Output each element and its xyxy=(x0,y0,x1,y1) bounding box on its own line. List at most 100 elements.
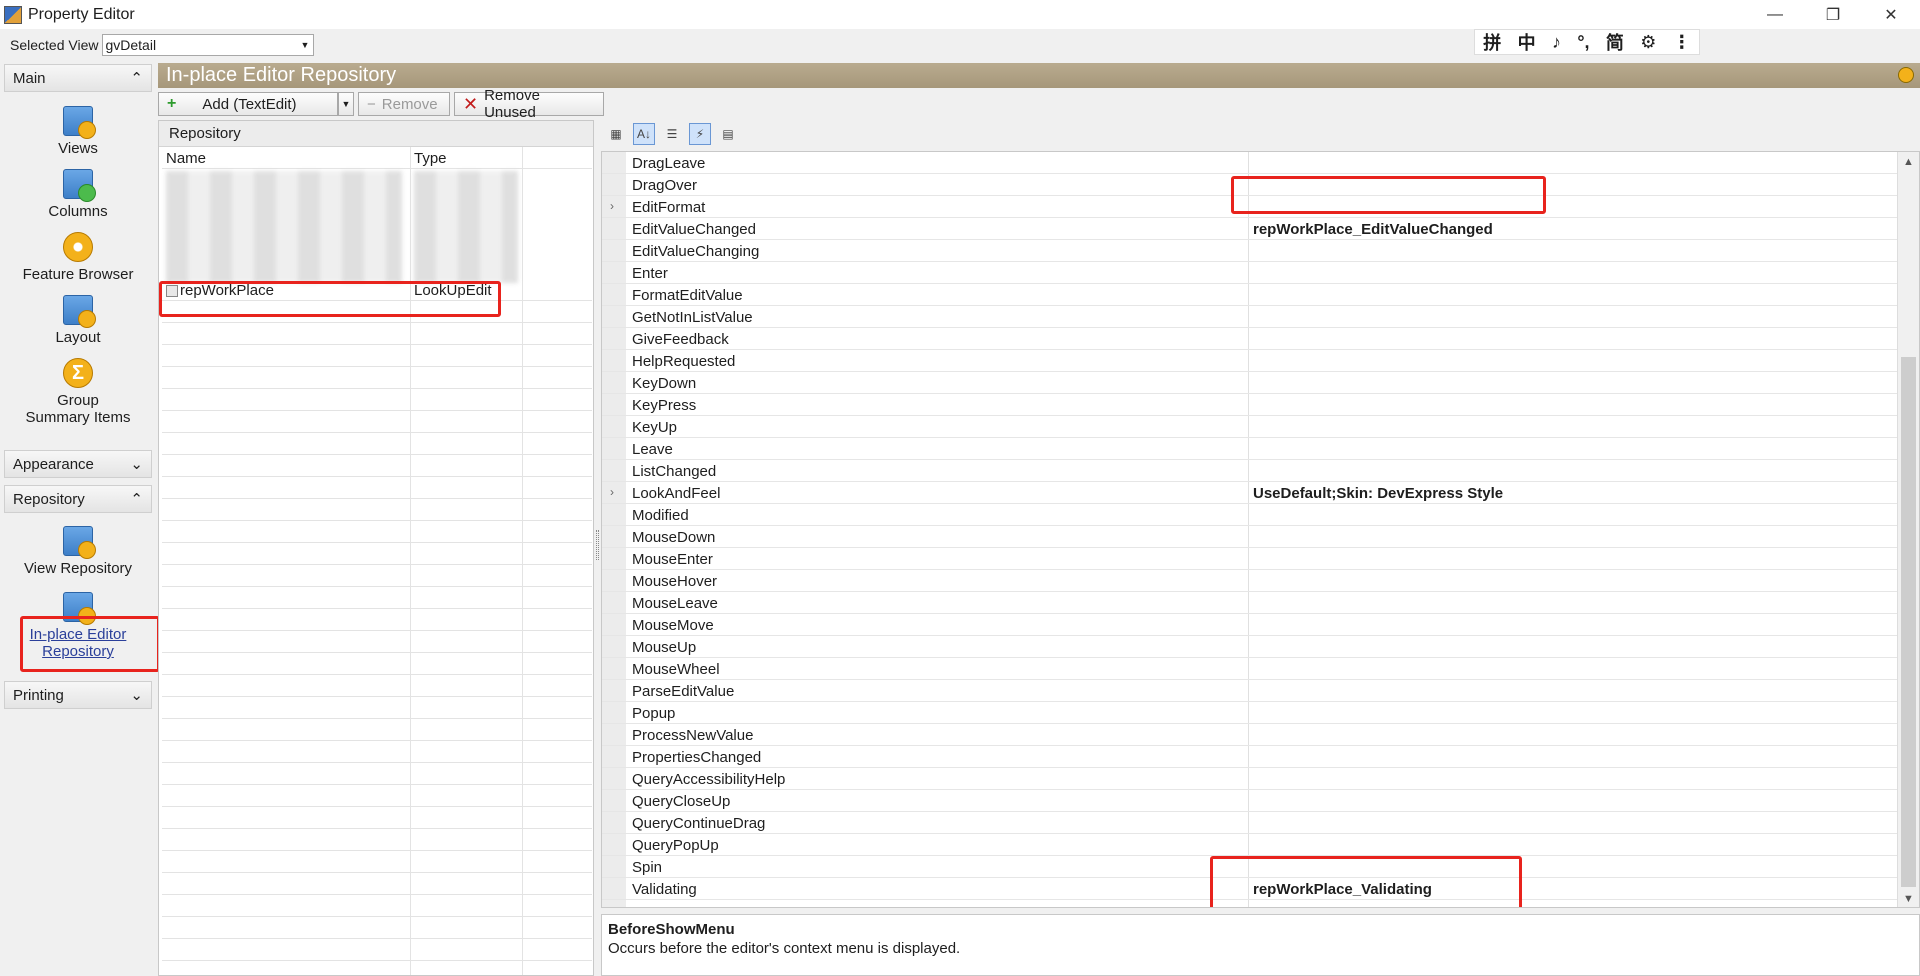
expand-icon[interactable]: › xyxy=(610,485,614,499)
selected-view-combo[interactable]: gvDetail ▼ xyxy=(102,34,315,56)
add-button[interactable]: + Add (TextEdit) xyxy=(158,92,338,116)
table-row xyxy=(162,323,592,345)
nav-item-group-summary[interactable]: Σ Group Summary Items xyxy=(4,358,152,426)
property-row[interactable]: Leave xyxy=(602,438,1897,460)
property-name: MouseHover xyxy=(632,573,718,590)
property-row[interactable]: Enter xyxy=(602,262,1897,284)
property-row[interactable]: ProcessNewValue xyxy=(602,724,1897,746)
remove-button[interactable]: − Remove xyxy=(358,92,450,116)
events-icon[interactable]: ⚡ xyxy=(689,123,711,145)
property-grid[interactable]: DragLeave DragOver › EditFormat EditValueCha… xyxy=(601,151,1920,908)
vertical-scrollbar[interactable]: ▲ ▼ xyxy=(1897,152,1919,907)
property-row[interactable]: MouseMove xyxy=(602,614,1897,636)
nav-item-label: View Repository xyxy=(23,560,133,577)
ime-pinyin-icon[interactable]: 拼 xyxy=(1483,29,1501,55)
property-name: QueryPopUp xyxy=(632,837,719,854)
nav-group-repository[interactable]: Repository ⌃ xyxy=(4,485,152,513)
property-row[interactable]: ParseEditValue xyxy=(602,680,1897,702)
sigma-icon: Σ xyxy=(63,358,93,388)
property-row[interactable]: MouseUp xyxy=(602,636,1897,658)
property-row[interactable]: MouseLeave xyxy=(602,592,1897,614)
add-dropdown-button[interactable]: ▼ xyxy=(338,92,354,116)
nav-group-main[interactable]: Main ⌃ xyxy=(4,64,152,92)
ime-simplified-icon[interactable]: 简 xyxy=(1606,29,1624,55)
property-name: HelpRequested xyxy=(632,353,736,370)
property-name: ParseEditValue xyxy=(632,683,735,700)
nav-item-label: Group Summary Items xyxy=(25,392,131,426)
property-row[interactable]: QueryPopUp xyxy=(602,834,1897,856)
property-row[interactable]: KeyPress xyxy=(602,394,1897,416)
views-icon xyxy=(63,106,96,139)
nav-item-view-repository[interactable]: View Repository xyxy=(4,526,152,577)
sort-alphabetical-icon[interactable]: A↓ xyxy=(633,123,655,145)
minimize-button[interactable]: — xyxy=(1746,0,1804,29)
property-value[interactable]: UseDefault;Skin: DevExpress Style xyxy=(1253,485,1503,502)
table-row xyxy=(162,939,592,961)
ime-settings-icon[interactable]: ⚙ xyxy=(1640,32,1656,53)
ime-chinese-icon[interactable]: 中 xyxy=(1518,29,1536,55)
table-row xyxy=(162,785,592,807)
ime-punctuation-icon[interactable]: °, xyxy=(1577,32,1589,53)
nav-group-label: Printing xyxy=(13,686,64,704)
nav-item-columns[interactable]: Columns xyxy=(4,169,152,220)
property-row[interactable]: QueryContinueDrag xyxy=(602,812,1897,834)
properties-icon[interactable]: ☰ xyxy=(661,123,683,145)
remove-button-label: Remove xyxy=(381,95,438,113)
property-row[interactable]: MouseWheel xyxy=(602,658,1897,680)
property-row[interactable]: HelpRequested xyxy=(602,350,1897,372)
repository-panel: Repository Name Type repWorkPlace LookUp… xyxy=(158,120,594,976)
chevron-up-icon: ⌃ xyxy=(130,70,143,87)
nav-item-label: Layout xyxy=(55,329,101,346)
columns-icon xyxy=(63,169,96,202)
table-row xyxy=(162,389,592,411)
theme-icon[interactable] xyxy=(1898,67,1914,83)
property-row[interactable]: MouseEnter xyxy=(602,548,1897,570)
property-row[interactable]: FormatEditValue xyxy=(602,284,1897,306)
property-row[interactable]: › LookAndFeel UseDefault;Skin: DevExpress … xyxy=(602,482,1897,504)
ime-more-icon[interactable]: ⋮ xyxy=(1673,32,1691,53)
property-row[interactable]: MouseDown xyxy=(602,526,1897,548)
nav-item-feature-browser[interactable]: Feature Browser xyxy=(4,232,152,283)
property-row[interactable]: QueryCloseUp xyxy=(602,790,1897,812)
property-row[interactable]: PropertiesChanged xyxy=(602,746,1897,768)
property-row[interactable]: EditValueChanging xyxy=(602,240,1897,262)
property-row[interactable]: KeyUp xyxy=(602,416,1897,438)
remove-unused-button[interactable]: ✕ Remove Unused xyxy=(454,87,604,121)
property-pages-icon[interactable]: ▤ xyxy=(717,123,739,145)
table-row xyxy=(162,851,592,873)
property-name: EditValueChanged xyxy=(632,221,756,238)
close-button[interactable]: ✕ xyxy=(1862,0,1920,29)
property-row[interactable]: ListChanged xyxy=(602,460,1897,482)
property-value[interactable]: repWorkPlace_EditValueChanged xyxy=(1253,221,1493,238)
property-name: QueryContinueDrag xyxy=(632,815,766,832)
property-row[interactable]: KeyDown xyxy=(602,372,1897,394)
property-row[interactable]: EditValueChanged repWorkPlace_EditValueCh… xyxy=(602,218,1897,240)
property-row[interactable]: Popup xyxy=(602,702,1897,724)
table-row xyxy=(162,565,592,587)
scroll-up-icon[interactable]: ▲ xyxy=(1903,156,1914,168)
scrollbar-thumb[interactable] xyxy=(1901,357,1916,887)
restore-button[interactable]: ❐ xyxy=(1804,0,1862,29)
nav-item-views[interactable]: Views xyxy=(4,106,152,157)
property-row[interactable]: GetNotInListValue xyxy=(602,306,1897,328)
column-header-type[interactable]: Type xyxy=(414,150,447,167)
property-row[interactable]: GiveFeedback xyxy=(602,328,1897,350)
categorized-icon[interactable]: ▦ xyxy=(605,123,627,145)
expand-icon[interactable]: › xyxy=(610,199,614,213)
nav-group-appearance[interactable]: Appearance ⌄ xyxy=(4,450,152,478)
repository-grid[interactable]: Name Type repWorkPlace LookUpEdit xyxy=(162,147,592,975)
nav-item-layout[interactable]: Layout xyxy=(4,295,152,346)
window-controls: — ❐ ✕ xyxy=(1746,0,1920,29)
panel-splitter[interactable] xyxy=(596,530,599,560)
property-row[interactable]: QueryAccessibilityHelp xyxy=(602,768,1897,790)
property-row[interactable]: Modified xyxy=(602,504,1897,526)
nav-group-printing[interactable]: Printing ⌄ xyxy=(4,681,152,709)
scroll-down-icon[interactable]: ▼ xyxy=(1903,893,1914,905)
property-name: EditValueChanging xyxy=(632,243,760,260)
property-row[interactable]: DragLeave xyxy=(602,152,1897,174)
table-row xyxy=(162,873,592,895)
property-name: GetNotInListValue xyxy=(632,309,753,326)
property-row[interactable]: MouseHover xyxy=(602,570,1897,592)
column-header-name[interactable]: Name xyxy=(166,150,206,167)
ime-moon-icon[interactable]: ♪ xyxy=(1552,32,1561,53)
